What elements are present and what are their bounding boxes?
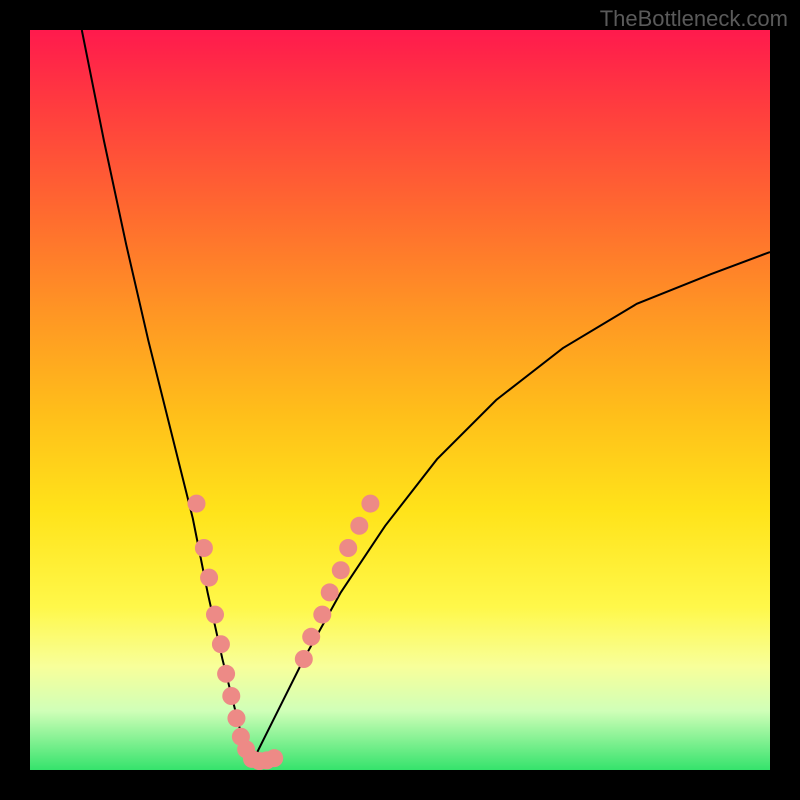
marker-dot [332,561,350,579]
marker-dot [313,606,331,624]
marker-dot [195,539,213,557]
marker-dot [350,517,368,535]
marker-dot [188,495,206,513]
chart-svg [30,30,770,770]
marker-dot [200,569,218,587]
marker-dot [222,687,240,705]
watermark-text: TheBottleneck.com [600,6,788,32]
marker-dot [321,583,339,601]
marker-dot [265,749,283,767]
plot-area [30,30,770,770]
curve-right-curve [252,252,770,763]
marker-dot [302,628,320,646]
marker-dot [212,635,230,653]
marker-dot [206,606,224,624]
marker-dot [227,709,245,727]
marker-dot [361,495,379,513]
marker-dot [217,665,235,683]
curve-layer [82,30,770,763]
marker-dot [295,650,313,668]
curve-left-curve [82,30,252,763]
marker-dot [339,539,357,557]
